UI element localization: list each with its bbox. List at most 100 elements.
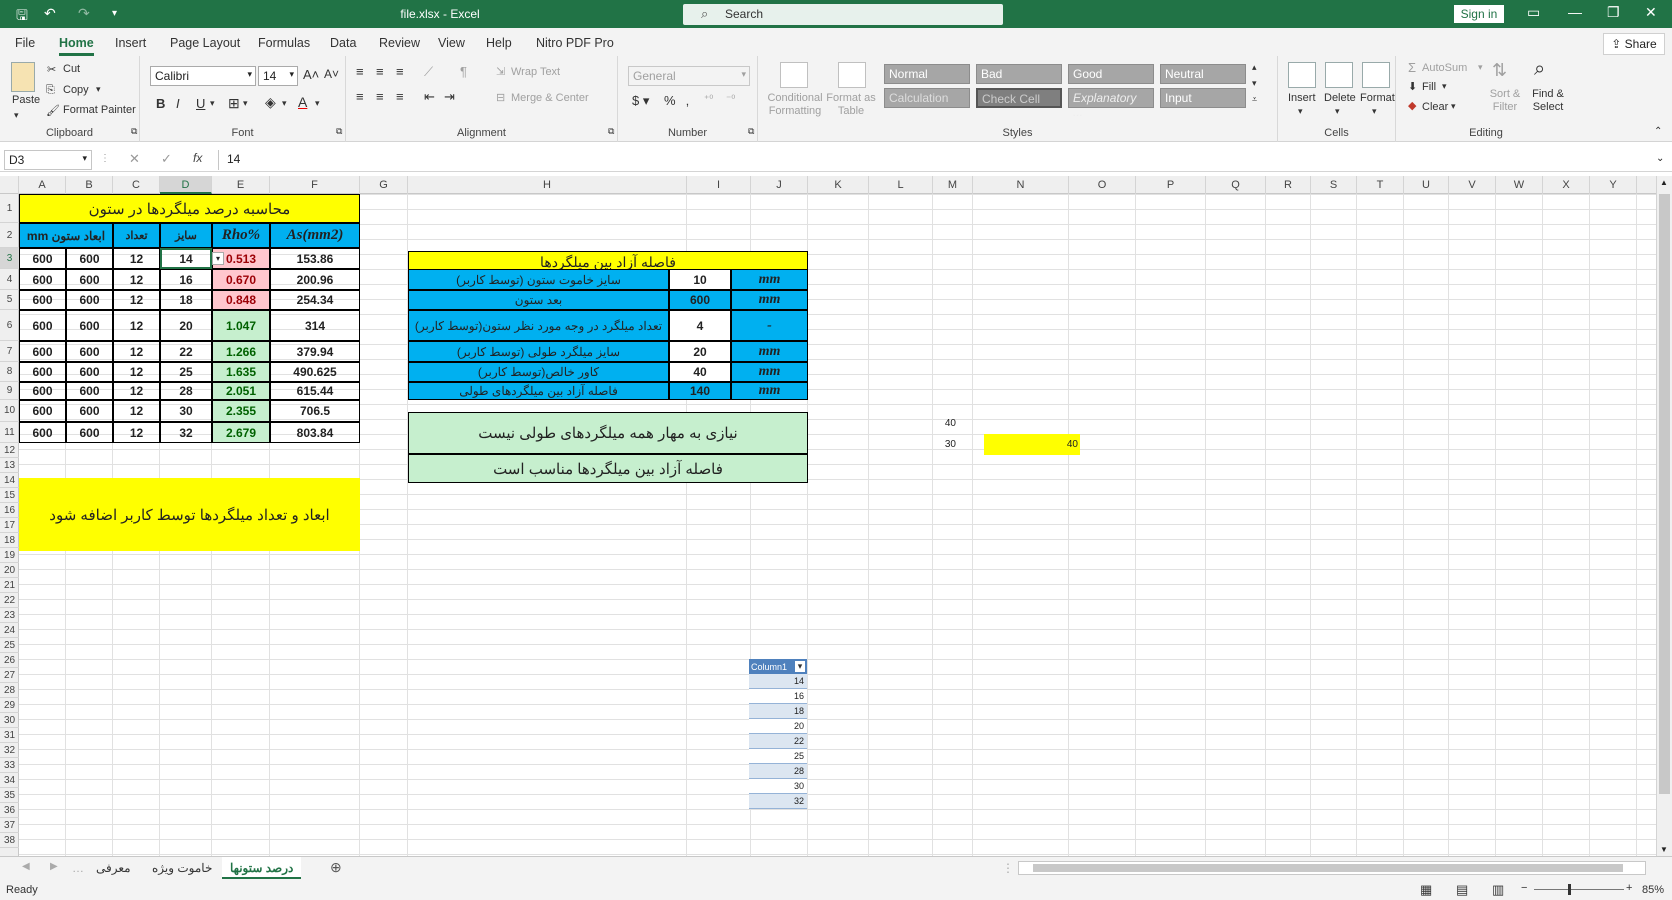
- expand-formula-bar-icon[interactable]: ⌄: [1656, 153, 1664, 164]
- table1-cell[interactable]: 803.84: [270, 422, 360, 443]
- row-header[interactable]: 37: [0, 818, 19, 833]
- table1-header-size[interactable]: سایز: [160, 223, 212, 248]
- comma-icon[interactable]: ‚: [686, 93, 689, 108]
- underline-icon[interactable]: U: [196, 96, 205, 111]
- cancel-icon[interactable]: ✕: [129, 151, 140, 167]
- underline-dropdown-icon[interactable]: ▾: [210, 98, 215, 109]
- style-neutral[interactable]: Neutral: [1160, 64, 1246, 84]
- clear-button[interactable]: Clear: [1422, 101, 1448, 113]
- table1-cell[interactable]: 30: [160, 400, 212, 422]
- column-header[interactable]: O: [1069, 176, 1136, 194]
- tab-split-icon[interactable]: ⋮: [1002, 861, 1014, 875]
- column1-cell[interactable]: 14: [749, 674, 807, 689]
- styles-more-icon[interactable]: ⩡: [1252, 94, 1257, 105]
- wrap-text-button[interactable]: Wrap Text: [511, 66, 560, 78]
- align-middle-icon[interactable]: ≡: [376, 64, 384, 79]
- row-header[interactable]: 21: [0, 578, 19, 593]
- table2-cell[interactable]: 600: [669, 290, 731, 310]
- horizontal-scroll-thumb[interactable]: [1033, 864, 1623, 872]
- table1-cell[interactable]: 600: [66, 422, 113, 443]
- table1-cell[interactable]: 22: [160, 341, 212, 362]
- column-header[interactable]: E: [212, 176, 270, 194]
- table1-cell[interactable]: 600: [19, 269, 66, 290]
- next-sheet-icon[interactable]: ▶: [50, 861, 58, 872]
- row-header[interactable]: 13: [0, 458, 19, 473]
- column1-cell[interactable]: 25: [749, 749, 807, 764]
- column-header[interactable]: G: [360, 176, 408, 194]
- page-layout-view-icon[interactable]: ▤: [1456, 882, 1468, 898]
- zoom-slider-thumb[interactable]: [1568, 884, 1571, 895]
- italic-icon[interactable]: I: [176, 96, 180, 111]
- row-header[interactable]: 33: [0, 758, 19, 773]
- table1-cell[interactable]: 32: [160, 422, 212, 443]
- row-header[interactable]: 17: [0, 518, 19, 533]
- align-center-icon[interactable]: ≡: [376, 89, 384, 104]
- column-header[interactable]: T: [1357, 176, 1404, 194]
- orientation-icon[interactable]: ⟋: [424, 64, 433, 80]
- delete-cells-button[interactable]: Delete: [1324, 92, 1356, 104]
- cells-area[interactable]: محاسبه درصد میلگردها در ستون mm ابعاد ست…: [19, 194, 1656, 856]
- insert-dropdown-icon[interactable]: ▾: [1298, 106, 1303, 117]
- clear-dropdown-icon[interactable]: ▾: [1451, 101, 1456, 112]
- table1-cell[interactable]: 314: [270, 310, 360, 341]
- table1-cell[interactable]: 25: [160, 362, 212, 382]
- copy-button[interactable]: Copy: [63, 84, 89, 96]
- table1-cell[interactable]: 12: [113, 341, 160, 362]
- table2-cell[interactable]: کاور خالص(توسط کاربر): [408, 362, 669, 382]
- formula-input[interactable]: 14: [218, 150, 1668, 170]
- style-calculation[interactable]: Calculation: [884, 88, 970, 108]
- tab-nitro[interactable]: Nitro PDF Pro: [536, 36, 614, 50]
- table2-cell[interactable]: mm: [731, 382, 808, 400]
- zoom-level[interactable]: 85%: [1642, 884, 1664, 896]
- fill-color-icon[interactable]: ◈: [265, 94, 276, 111]
- row-header[interactable]: 16: [0, 503, 19, 518]
- table2-cell[interactable]: mm: [731, 362, 808, 382]
- row-header[interactable]: 30: [0, 713, 19, 728]
- table1-cell[interactable]: 600: [66, 310, 113, 341]
- table1-cell[interactable]: 0.848: [212, 290, 270, 310]
- table1-header-dimensions[interactable]: mm ابعاد ستون: [19, 223, 113, 248]
- table1-header-rho[interactable]: Rho%: [212, 223, 270, 248]
- table1-cell[interactable]: 600: [66, 362, 113, 382]
- font-launcher-icon[interactable]: ⧉: [336, 126, 342, 137]
- decrease-indent-icon[interactable]: ⇤: [424, 89, 435, 105]
- zoom-out-icon[interactable]: −: [1521, 882, 1527, 894]
- table2-cell[interactable]: تعداد میلگرد در وجه مورد نظر ستون(توسط ک…: [408, 310, 669, 341]
- styles-scroll-down-icon[interactable]: ▾: [1252, 78, 1257, 89]
- table2-cell[interactable]: 140: [669, 382, 731, 400]
- tab-formulas[interactable]: Formulas: [258, 36, 310, 50]
- table1-cell[interactable]: 2.679: [212, 422, 270, 443]
- column1-cell[interactable]: 30: [749, 779, 807, 794]
- table2-cell[interactable]: 20: [669, 341, 731, 362]
- tab-page-layout[interactable]: Page Layout: [170, 36, 240, 50]
- horizontal-scrollbar[interactable]: [1018, 861, 1646, 875]
- row-header[interactable]: 26: [0, 653, 19, 668]
- row-header[interactable]: 9: [0, 382, 19, 400]
- table1-note[interactable]: ابعاد و تعداد میلگردها توسط کاربر اضافه …: [19, 478, 360, 551]
- style-check-cell[interactable]: Check Cell: [976, 88, 1062, 108]
- add-sheet-icon[interactable]: ⊕: [330, 859, 342, 876]
- column-header[interactable]: N: [973, 176, 1069, 194]
- table1-cell[interactable]: 20: [160, 310, 212, 341]
- column1-header[interactable]: Column1 ▾: [749, 659, 807, 674]
- table1-cell[interactable]: 1.047: [212, 310, 270, 341]
- column-header[interactable]: D: [160, 176, 212, 194]
- table1-cell[interactable]: 12: [113, 362, 160, 382]
- currency-icon[interactable]: $ ▾: [632, 93, 649, 109]
- font-color-dropdown-icon[interactable]: ▾: [315, 98, 320, 109]
- enter-icon[interactable]: ✓: [161, 151, 172, 167]
- format-cells-button[interactable]: Format: [1360, 92, 1395, 104]
- merge-center-button[interactable]: Merge & Center: [511, 92, 589, 104]
- insert-function-icon[interactable]: fx: [193, 151, 202, 165]
- tab-view[interactable]: View: [438, 36, 465, 50]
- row-header[interactable]: 14: [0, 473, 19, 488]
- decrease-decimal-icon[interactable]: ⁻⁰: [726, 94, 735, 105]
- increase-decimal-icon[interactable]: ⁺⁰: [704, 94, 713, 105]
- row-header[interactable]: 23: [0, 608, 19, 623]
- column-header[interactable]: B: [66, 176, 113, 194]
- format-dropdown-icon[interactable]: ▾: [1372, 106, 1377, 117]
- row-header[interactable]: 8: [0, 362, 19, 382]
- tab-help[interactable]: Help: [486, 36, 512, 50]
- cell-l10[interactable]: 40: [918, 412, 958, 434]
- column-header[interactable]: A: [19, 176, 66, 194]
